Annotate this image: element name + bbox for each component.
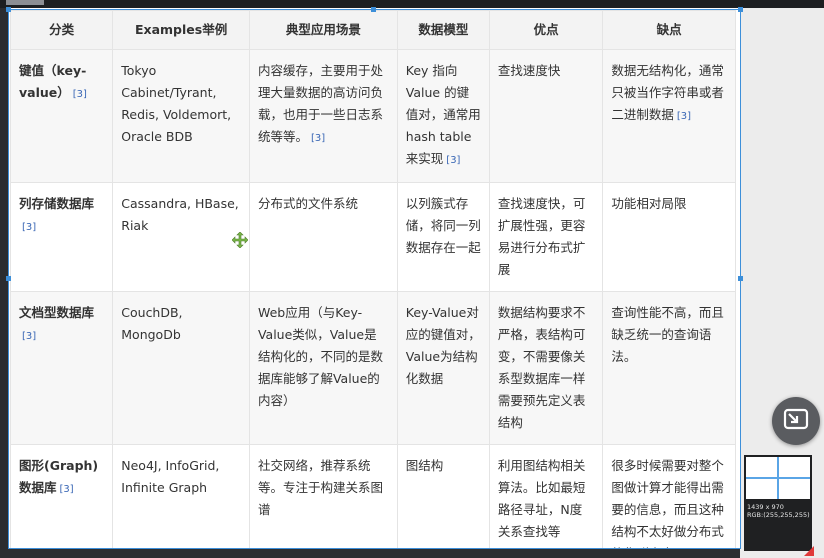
category-cell: 键值（key-value） [3] [9, 49, 114, 183]
model-cell: Key-Value对应的键值对，Value为结构化数据 [396, 291, 490, 445]
move-cursor-icon [232, 232, 248, 248]
examples-cell: Tokyo Cabinet/Tyrant, Redis, Voldemort, … [112, 49, 250, 183]
model-cell: 图结构 [396, 444, 490, 548]
reference-link[interactable]: [3] [22, 331, 36, 342]
header-scenario: 典型应用场景 [248, 10, 398, 50]
magnifier-info: 1439 x 970 RGB:(255,255,255) [747, 503, 810, 519]
reference-link[interactable]: [3] [677, 111, 691, 122]
cons-cell: 数据无结构化，通常只被当作字符串或者二进制数据 [3] [602, 49, 736, 183]
magnifier-view [746, 457, 810, 499]
resize-corner-icon [804, 546, 814, 556]
crosshair-icon [746, 457, 810, 499]
cons-cell: 很多时候需要对整个图做计算才能得出需要的信息，而且这种结构不太好做分布式的集群方… [602, 444, 736, 548]
scenario-cell: 社交网络，推荐系统等。专注于构建关系图谱 [248, 444, 398, 548]
screenshot-tool-icon [783, 408, 809, 430]
header-model: 数据模型 [396, 10, 490, 50]
bottom-bar [0, 548, 740, 558]
screenshot-tool-button[interactable] [772, 397, 820, 445]
reference-link[interactable]: [3] [446, 155, 460, 166]
header-pros: 优点 [488, 10, 604, 50]
scenario-cell: 分布式的文件系统 [248, 182, 398, 292]
table-row: 图形(Graph)数据库 [3] Neo4J, InfoGrid, Infinit… [9, 444, 736, 548]
magnifier-preview: 1439 x 970 RGB:(255,255,255) [744, 455, 812, 551]
table-row: 键值（key-value） [3] Tokyo Cabinet/Tyrant, R… [9, 49, 736, 183]
cons-cell: 查询性能不高，而且缺乏统一的查询语法。 [602, 291, 736, 445]
screenshot-canvas: 分类 Examples举例 典型应用场景 数据模型 优点 缺点 键值（key-v… [8, 8, 740, 548]
model-cell: 以列簇式存储，将同一列数据存在一起 [396, 182, 490, 292]
window-tab [6, 0, 44, 5]
category-cell: 图形(Graph)数据库 [3] [9, 444, 114, 548]
reference-link[interactable]: [3] [22, 222, 36, 233]
examples-cell: Neo4J, InfoGrid, Infinite Graph [112, 444, 250, 548]
header-examples: Examples举例 [112, 10, 250, 50]
table-row: 文档型数据库[3] CouchDB, MongoDb Web应用（与Key-Va… [9, 291, 736, 445]
pros-cell: 查找速度快，可扩展性强，更容易进行分布式扩展 [488, 182, 604, 292]
reference-link[interactable]: [3] [311, 133, 325, 144]
scenario-cell: 内容缓存，主要用于处理大量数据的高访问负载，也用于一些日志系统等等。 [3] [248, 49, 398, 183]
pixel-rgb: RGB:(255,255,255) [747, 511, 810, 519]
pros-cell: 数据结构要求不严格，表结构可变，不需要像关系型数据库一样需要预先定义表结构 [488, 291, 604, 445]
nosql-comparison-table: 分类 Examples举例 典型应用场景 数据模型 优点 缺点 键值（key-v… [9, 10, 736, 548]
scenario-cell: Web应用（与Key-Value类似，Value是结构化的，不同的是数据库能够了… [248, 291, 398, 445]
reference-link[interactable]: [3] [73, 89, 87, 100]
header-cons: 缺点 [602, 10, 736, 50]
table-header-row: 分类 Examples举例 典型应用场景 数据模型 优点 缺点 [9, 10, 736, 50]
top-bar [0, 0, 824, 8]
header-category: 分类 [9, 10, 114, 50]
reference-link[interactable]: [3] [60, 484, 74, 495]
pros-cell: 利用图结构相关算法。比如最短路径寻址，N度关系查找等 [488, 444, 604, 548]
model-cell: Key 指向 Value 的键值对，通常用hash table来实现 [3] [396, 49, 490, 183]
examples-cell: CouchDB, MongoDb [112, 291, 250, 445]
category-cell: 列存储数据库[3] [9, 182, 114, 292]
category-cell: 文档型数据库[3] [9, 291, 114, 445]
pros-cell: 查找速度快 [488, 49, 604, 183]
examples-cell: Cassandra, HBase, Riak [112, 182, 250, 292]
cons-cell: 功能相对局限 [602, 182, 736, 292]
pixel-size: 1439 x 970 [747, 503, 784, 511]
table-row: 列存储数据库[3] Cassandra, HBase, Riak 分布式的文件系… [9, 182, 736, 292]
